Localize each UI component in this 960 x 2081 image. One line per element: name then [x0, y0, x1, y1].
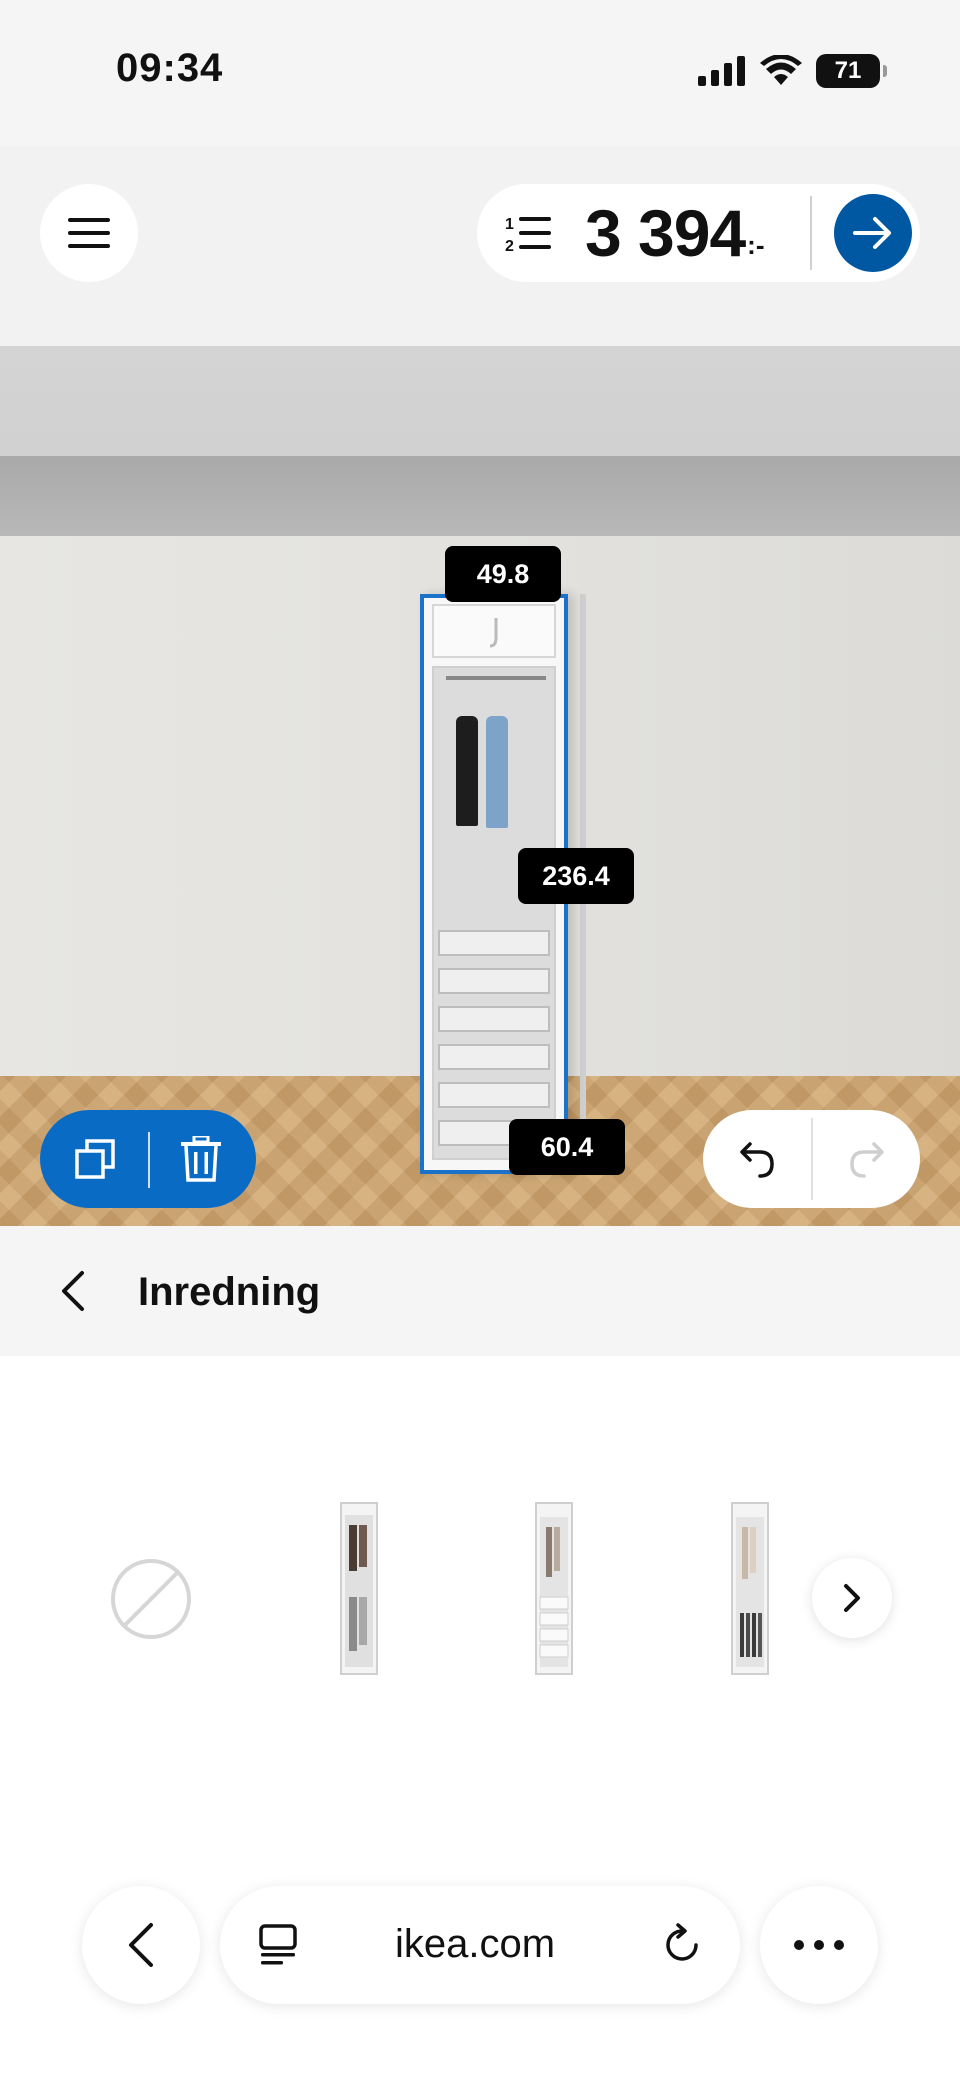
more-icon: [794, 1940, 844, 1950]
wardrobe-top-compartment: [432, 604, 556, 658]
option-thumbnail-1[interactable]: [339, 1501, 379, 1676]
browser-toolbar: ikea.com: [0, 1876, 960, 2081]
chevron-left-icon: [62, 1271, 84, 1311]
undo-button[interactable]: [723, 1124, 793, 1194]
duplicate-icon: [75, 1139, 115, 1179]
undo-icon: [740, 1142, 774, 1178]
dimension-depth-label: 60.4: [509, 1119, 625, 1175]
menu-icon: [68, 218, 110, 248]
price-divider: [810, 196, 812, 270]
option-thumbnail-2[interactable]: [534, 1501, 574, 1676]
section-header: Inredning: [0, 1226, 960, 1356]
options-next-button[interactable]: [812, 1558, 892, 1638]
app: 09:34 71 49.8 236.4 60.4 1 2 3 394:- In…: [0, 0, 960, 2081]
status-bar: 09:34 71: [0, 0, 960, 146]
price-suffix: :-: [747, 229, 765, 260]
planner-scene[interactable]: 49.8 236.4 60.4 1 2 3 394 :-: [0, 146, 960, 1226]
svg-text:2: 2: [505, 238, 514, 255]
history-controls: [703, 1110, 920, 1208]
basket: [438, 968, 550, 994]
menu-button[interactable]: [40, 184, 138, 282]
clothes-rail: [446, 676, 546, 680]
option-none[interactable]: [110, 1558, 192, 1640]
back-button[interactable]: [40, 1258, 106, 1324]
url-text: ikea.com: [395, 1922, 556, 1966]
trash-icon: [181, 1136, 221, 1182]
browser-more-button[interactable]: [760, 1886, 878, 2004]
history-divider: [811, 1118, 813, 1200]
wifi-icon: [760, 55, 802, 85]
battery-indicator: 71: [816, 54, 887, 88]
shelf: [438, 930, 550, 956]
redo-button[interactable]: [831, 1124, 901, 1194]
ceiling-beam: [0, 456, 960, 536]
continue-button[interactable]: [834, 194, 912, 272]
delete-button[interactable]: [166, 1124, 236, 1194]
reload-icon: [666, 1923, 698, 1961]
basket: [438, 1082, 550, 1108]
dimension-height-label: 236.4: [518, 848, 634, 904]
wardrobe-interior: [432, 666, 556, 1160]
wardrobe-thumbnail: [535, 1502, 573, 1675]
option-thumbnail-3[interactable]: [730, 1501, 770, 1676]
status-icons: 71: [698, 52, 887, 90]
address-bar[interactable]: ikea.com: [220, 1886, 740, 2004]
dimension-width-label: 49.8: [445, 546, 561, 602]
browser-back-button[interactable]: [82, 1886, 200, 2004]
wardrobe-thumbnail: [340, 1502, 378, 1675]
duplicate-button[interactable]: [60, 1124, 130, 1194]
chevron-right-icon: [844, 1584, 860, 1612]
basket: [438, 1044, 550, 1070]
selection-actions: [40, 1110, 256, 1208]
list-icon: 1 2: [505, 216, 551, 255]
no-selection-icon: [111, 1559, 191, 1639]
section-title: Inredning: [138, 1270, 321, 1314]
status-time: 09:34: [116, 46, 224, 90]
basket: [438, 1006, 550, 1032]
svg-text:1: 1: [505, 216, 514, 233]
arrow-right-icon: [853, 217, 891, 249]
price-summary-pill[interactable]: 1 2 3 394 :-: [477, 184, 920, 282]
total-price: 3 394: [585, 196, 746, 270]
chevron-left-icon: [129, 1923, 153, 1967]
garment-dark: [456, 716, 478, 826]
wardrobe-thumbnail: [731, 1502, 769, 1675]
hook-icon: [489, 618, 498, 648]
interior-options: [0, 1356, 960, 1876]
edit-divider: [148, 1132, 150, 1188]
tabs-icon: [259, 1924, 297, 1965]
garment-blue: [486, 716, 508, 828]
signal-icon: [698, 56, 745, 86]
redo-icon: [850, 1142, 884, 1178]
